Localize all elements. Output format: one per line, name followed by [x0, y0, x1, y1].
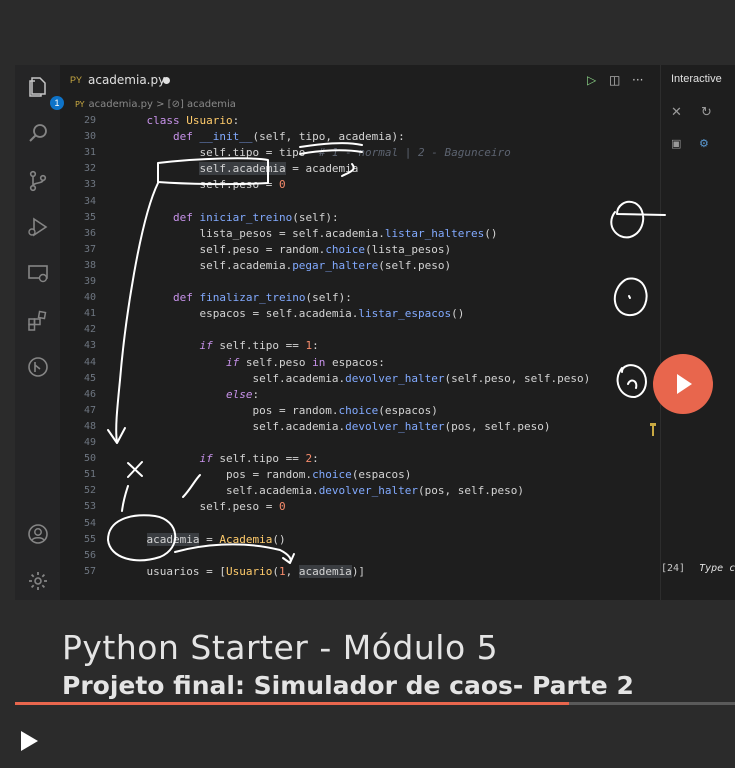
line-number: 51 — [83, 469, 96, 481]
code-text: if self.tipo == 1: — [199, 339, 319, 353]
interactive-tab[interactable]: Interactive — [671, 73, 722, 85]
code-text: self.peso = 0 — [120, 500, 286, 514]
source-control-icon[interactable] — [26, 169, 50, 193]
breadcrumb-separator: > — [156, 99, 165, 110]
line-number: 30 — [83, 131, 96, 143]
breadcrumb-file[interactable]: academia.py — [89, 99, 153, 110]
activity-bar: 1 — [15, 65, 64, 600]
remote-explorer-icon[interactable] — [26, 261, 50, 285]
line-number: 48 — [83, 420, 96, 432]
search-icon[interactable] — [26, 121, 50, 145]
line-number: 31 — [83, 147, 96, 159]
variables-icon[interactable]: ⚙ — [699, 137, 709, 150]
code-text: academia = Academia() — [146, 532, 286, 546]
line-number: 50 — [83, 453, 96, 465]
line-number: 36 — [83, 227, 96, 239]
git-graph-icon[interactable] — [26, 355, 50, 379]
interactive-output: [24] Type c — [661, 563, 735, 574]
play-pause-button[interactable] — [18, 729, 40, 753]
breadcrumb-python-icon: PY — [75, 100, 85, 109]
line-number: 49 — [83, 437, 96, 448]
settings-gear-icon[interactable] — [26, 569, 50, 593]
line-number: 42 — [83, 324, 96, 336]
line-number: 55 — [83, 533, 96, 545]
line-number: 37 — [83, 243, 96, 255]
line-number: 32 — [83, 163, 96, 175]
line-number: 40 — [83, 292, 96, 304]
line-number: 39 — [83, 276, 96, 287]
code-text: def __init__(self, tipo, academia): — [172, 130, 405, 144]
line-number: 33 — [83, 179, 96, 191]
run-file-button[interactable]: ▷ — [587, 73, 596, 87]
code-text: lista_pesos = self.academia.listar_halte… — [120, 226, 498, 240]
play-icon — [677, 374, 692, 394]
line-number: 52 — [83, 485, 96, 497]
unsaved-dot-icon[interactable] — [163, 77, 170, 84]
editor-tab-bar: PY academia.py ▷ ◫ ··· — [60, 65, 660, 96]
code-text: usuarios = [Usuario(1, academia)] — [120, 564, 366, 578]
progress-bar[interactable] — [15, 702, 735, 705]
line-number: 54 — [83, 517, 96, 529]
breadcrumb: PY academia.py > [⊘] academia — [75, 99, 236, 110]
code-text: self.academia = academia — [199, 162, 359, 176]
code-text: self.academia.devolver_halter(self.peso,… — [120, 371, 591, 385]
code-text: self.tipo = tipo # 1 - normal | 2 - Bagu… — [120, 146, 511, 160]
run-debug-icon[interactable] — [26, 215, 50, 239]
code-text: if self.tipo == 2: — [199, 452, 319, 466]
line-number: 29 — [83, 115, 96, 126]
video-subtitle: Projeto final: Simulador de caos- Parte … — [62, 671, 634, 700]
extensions-icon[interactable] — [26, 309, 50, 333]
tab-label: academia.py — [88, 73, 166, 87]
code-text: self.academia.devolver_halter(pos, self.… — [120, 484, 524, 498]
code-text: class Usuario: — [146, 114, 240, 127]
line-number: 56 — [83, 549, 96, 561]
line-number: 47 — [83, 404, 96, 416]
interactive-panel: Interactive ✕ ↻ ▣ ⚙ [24] Type c — [660, 65, 735, 600]
split-editor-button[interactable]: ◫ — [609, 73, 620, 87]
code-editor-window: 1 PY academia.py ▷ ◫ ··· PY academia.py … — [15, 65, 735, 600]
line-number: 35 — [83, 211, 96, 223]
line-number: 46 — [83, 388, 96, 400]
code-text: self.academia.devolver_halter(pos, self.… — [120, 419, 551, 433]
output-prompt: [24] — [661, 563, 686, 574]
output-hint: Type c — [699, 563, 735, 574]
close-icon[interactable]: ✕ — [671, 105, 682, 120]
code-text: def finalizar_treino(self): — [172, 291, 352, 305]
big-play-button[interactable] — [653, 354, 713, 414]
code-text: def iniciar_treino(self): — [172, 210, 339, 224]
restart-icon[interactable]: ↻ — [701, 105, 712, 120]
save-icon[interactable]: ▣ — [671, 137, 681, 150]
line-number: 43 — [83, 340, 96, 352]
explorer-badge: 1 — [50, 96, 64, 110]
code-text: espacos = self.academia.listar_espacos() — [120, 307, 465, 321]
line-number: 41 — [83, 308, 96, 320]
code-text: self.peso = 0 — [120, 178, 286, 192]
code-text: else: — [225, 387, 260, 401]
code-text: if self.peso in espacos: — [225, 355, 385, 369]
line-number: 53 — [83, 501, 96, 513]
code-text: self.academia.pegar_haltere(self.peso) — [120, 258, 452, 272]
line-number: 44 — [83, 356, 96, 368]
more-actions-button[interactable]: ··· — [632, 73, 643, 87]
line-number: 57 — [83, 565, 96, 577]
breadcrumb-symbol[interactable]: [⊘] academia — [168, 99, 236, 110]
progress-bar-fill — [15, 702, 570, 705]
breakpoint-marker-icon — [650, 423, 656, 436]
tab-academia-py[interactable]: PY academia.py — [60, 65, 185, 96]
line-number: 45 — [83, 372, 96, 384]
python-file-icon: PY — [70, 75, 83, 85]
video-frame: 1 PY academia.py ▷ ◫ ··· PY academia.py … — [0, 0, 735, 768]
explorer-icon[interactable]: 1 — [26, 75, 64, 110]
line-number: 34 — [83, 195, 96, 207]
line-number: 38 — [83, 259, 96, 271]
code-text: pos = random.choice(espacos) — [120, 468, 412, 482]
code-text: pos = random.choice(espacos) — [120, 403, 438, 417]
account-icon[interactable] — [26, 522, 50, 546]
code-text: self.peso = random.choice(lista_pesos) — [120, 242, 452, 256]
video-title: Python Starter - Módulo 5 — [62, 628, 499, 667]
